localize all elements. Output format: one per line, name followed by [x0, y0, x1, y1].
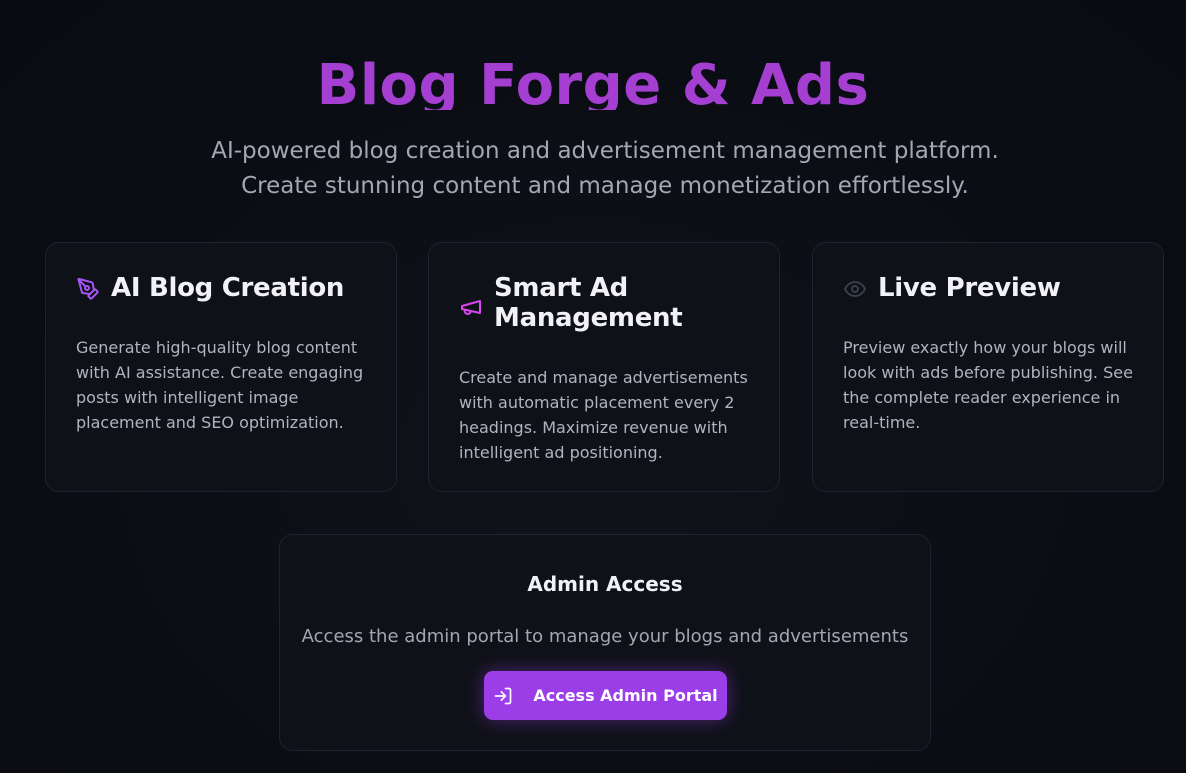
megaphone-icon: [461, 300, 481, 315]
feature-card-description: Generate high-quality blog content with …: [76, 338, 364, 432]
admin-access-panel: Admin Access Access the admin portal to …: [279, 534, 931, 751]
feature-card-description: Preview exactly how your blogs will look…: [843, 338, 1133, 432]
access-admin-portal-button[interactable]: Access Admin Portal: [484, 671, 727, 720]
admin-access-description: Access the admin portal to manage your b…: [301, 626, 909, 647]
feature-card-header: Smart Ad Management: [459, 273, 759, 333]
feature-card-header: AI Blog Creation: [76, 273, 376, 303]
feature-card-title: Smart Ad Management: [494, 273, 683, 333]
feature-card-header: Live Preview: [843, 273, 1143, 303]
eye-icon: [844, 281, 866, 297]
feature-card-ai-blog-creation: AI Blog Creation Generate high-quality b…: [45, 242, 397, 492]
admin-access-title: Admin Access: [527, 572, 683, 596]
feature-card-title: AI Blog Creation: [111, 273, 345, 303]
access-admin-portal-label: Access Admin Portal: [533, 686, 718, 705]
feature-card-smart-ad-management: Smart Ad Management Create and manage ad…: [428, 242, 780, 492]
hero-title: Blog Forge & Ads: [316, 53, 870, 110]
feature-card-live-preview: Live Preview Preview exactly how your bl…: [812, 242, 1164, 492]
hero-subtitle: AI-powered blog creation and advertiseme…: [211, 138, 999, 199]
feature-card-title: Live Preview: [878, 273, 1061, 303]
pen-tool-icon: [77, 278, 99, 300]
log-in-icon: [495, 687, 512, 704]
feature-card-description: Create and manage advertisements with au…: [459, 368, 748, 462]
